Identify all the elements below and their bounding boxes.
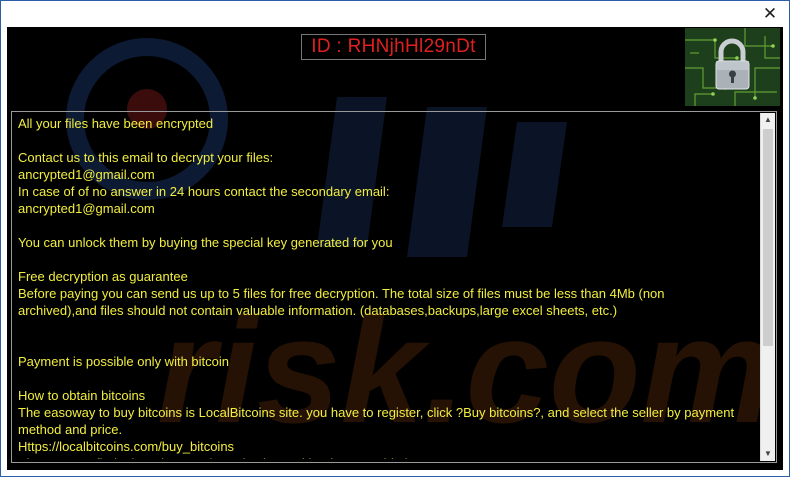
message-line <box>18 336 756 353</box>
vertical-scrollbar[interactable]: ▲ ▼ <box>760 113 775 461</box>
message-line <box>18 217 756 234</box>
message-line: Payment is possible only with bitcoin <box>18 354 229 369</box>
message-line <box>18 251 756 268</box>
message-line: Https://localbitcoins.com/buy_bitcoins <box>18 439 235 454</box>
message-line: The easoway to buy bitcoins is LocalBitc… <box>18 405 735 420</box>
message-line <box>18 319 756 336</box>
message-line: You can unlock them by buying the specia… <box>18 235 393 250</box>
ransom-message-textbox[interactable]: All your files have been encrypted Conta… <box>11 111 777 463</box>
message-line: Before paying you can send us up to 5 fi… <box>18 286 665 301</box>
message-line: ancrypted1@gmail.com <box>18 201 155 216</box>
message-line <box>18 132 756 149</box>
scroll-down-arrow-icon[interactable]: ▼ <box>761 447 775 461</box>
title-bar: ✕ <box>1 1 789 27</box>
message-line: All your files have been encrypted <box>18 116 214 131</box>
window-content: risk.com ID : RHNjhHl29nDt All your file… <box>7 27 783 470</box>
padlock-icon <box>685 28 780 106</box>
message-line: How to obtain bitcoins <box>18 388 146 403</box>
victim-id-label: ID : RHNjhHl29nDt <box>301 34 486 60</box>
ransom-message-text: All your files have been encrypted Conta… <box>18 115 756 459</box>
scroll-thumb[interactable] <box>763 129 773 346</box>
message-line: In case of of no answer in 24 hours cont… <box>18 184 390 199</box>
message-line: Also you can find other places to buy Bi… <box>18 455 756 459</box>
message-line: ancrypted1@gmail.com <box>18 167 155 182</box>
ransom-note-window: ✕ risk.com ID : RHNjhHl29nDt All your fi… <box>0 0 790 477</box>
message-line: method and price. <box>18 422 123 437</box>
message-line: archived),and files should not contain v… <box>18 303 618 318</box>
message-line: Free decryption as guarantee <box>18 269 188 284</box>
message-line: Contact us to this email to decrypt your… <box>18 150 274 165</box>
close-button[interactable]: ✕ <box>759 4 781 24</box>
scroll-up-arrow-icon[interactable]: ▲ <box>761 113 775 127</box>
message-line <box>18 370 756 387</box>
